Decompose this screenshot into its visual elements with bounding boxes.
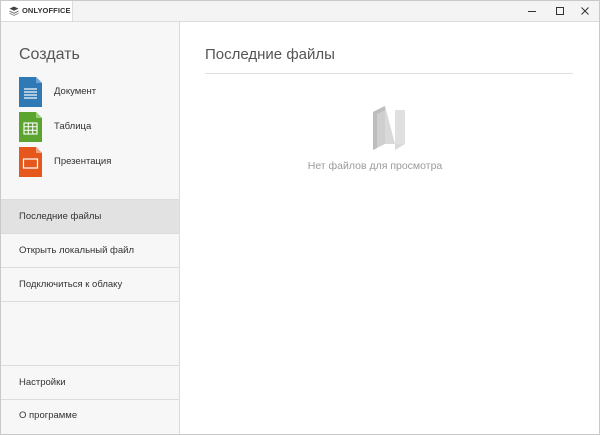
close-icon xyxy=(581,7,589,15)
create-document-label: Документ xyxy=(54,86,97,97)
app-name: ONLYOFFICE xyxy=(22,6,71,15)
nav-open-local-file-label: Открыть локальный файл xyxy=(19,245,134,256)
main-panel: Последние файлы Нет файлов для просмотра xyxy=(180,22,599,434)
empty-state-text: Нет файлов для просмотра xyxy=(307,160,443,172)
create-presentation-label: Презентация xyxy=(54,156,112,167)
page-title: Последние файлы xyxy=(205,46,335,63)
document-icon xyxy=(19,77,42,107)
nav-settings[interactable]: Настройки xyxy=(1,365,179,400)
nav-settings-label: Настройки xyxy=(19,377,66,388)
presentation-icon xyxy=(19,147,42,177)
folder-icon xyxy=(373,106,405,150)
app-tab[interactable]: ONLYOFFICE xyxy=(1,1,73,21)
nav-about-label: О программе xyxy=(19,410,78,421)
create-title: Создать xyxy=(19,46,80,63)
onlyoffice-logo-icon xyxy=(9,6,19,16)
sidebar: Создать Документ Таблица Презентация Пос… xyxy=(1,22,180,434)
app-window: ONLYOFFICE Создать Документ Таблица През… xyxy=(0,0,600,435)
nav-connect-cloud[interactable]: Подключиться к облаку xyxy=(1,268,179,302)
minimize-button[interactable] xyxy=(518,1,546,21)
nav-recent-files[interactable]: Последние файлы xyxy=(1,199,179,234)
title-bar: ONLYOFFICE xyxy=(1,1,599,22)
spreadsheet-icon xyxy=(19,112,42,142)
nav-recent-files-label: Последние файлы xyxy=(19,211,102,222)
maximize-button[interactable] xyxy=(546,1,574,21)
minimize-icon xyxy=(528,11,536,12)
create-presentation-button[interactable]: Презентация xyxy=(19,147,169,177)
close-button[interactable] xyxy=(571,1,599,21)
maximize-icon xyxy=(556,7,564,15)
title-divider xyxy=(205,73,573,74)
create-document-button[interactable]: Документ xyxy=(19,77,169,107)
nav-about[interactable]: О программе xyxy=(1,399,179,432)
create-spreadsheet-button[interactable]: Таблица xyxy=(19,112,169,142)
nav-open-local-file[interactable]: Открыть локальный файл xyxy=(1,234,179,268)
nav-connect-cloud-label: Подключиться к облаку xyxy=(19,279,123,290)
create-spreadsheet-label: Таблица xyxy=(54,121,92,132)
